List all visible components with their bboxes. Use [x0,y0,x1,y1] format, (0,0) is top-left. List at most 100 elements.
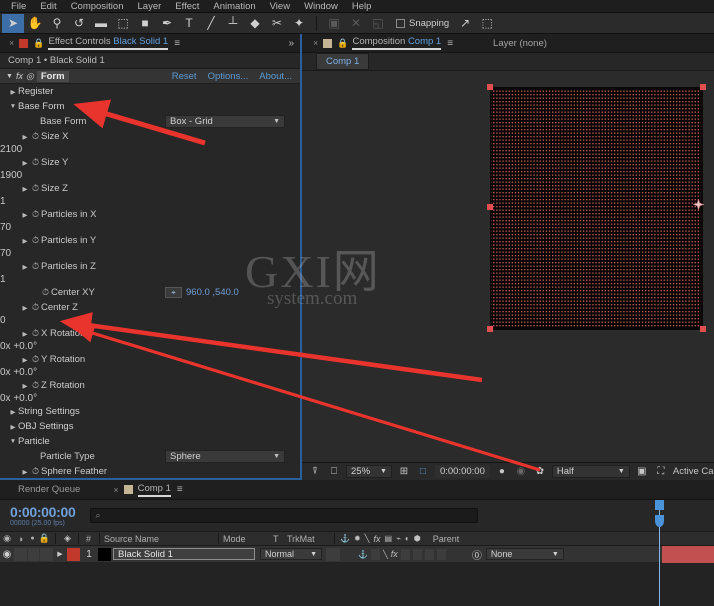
row-switch-1[interactable] [371,549,380,560]
show-snapshot-icon[interactable]: ◉ [514,465,528,478]
pen-tool[interactable]: ✒ [156,14,178,33]
render-queue-tab[interactable]: Render Queue [18,484,80,495]
param-row-obj-settings[interactable]: ▶OBJ Settings [0,419,300,434]
column-trkmat[interactable]: TrkMat [287,534,329,544]
video-toggle-icon[interactable]: ◉ [0,533,14,544]
composition-viewer[interactable] [302,71,714,462]
region-of-interest-icon[interactable]: ⊞ [397,465,411,478]
take-snapshot-icon[interactable]: ● [495,465,509,478]
param-dropdown[interactable]: Box - Grid▼ [165,115,285,128]
solo-toggle-icon[interactable]: ● [27,535,38,542]
row-layer-switches[interactable]: ⚓╲fx [358,549,446,560]
motion-blur-icon[interactable]: ⌁ [396,534,401,543]
stopwatch-icon[interactable]: ⏱ [30,209,41,220]
effects-icon[interactable]: fx [374,534,381,544]
param-value[interactable]: 0x +0.0° [0,367,37,378]
stopwatch-icon[interactable]: ⏱ [30,354,41,365]
menu-item-layer[interactable]: Layer [131,1,169,12]
row-switch-7[interactable] [437,549,446,560]
3d-layer-icon[interactable]: ⬢ [414,534,421,543]
brush-tool[interactable]: ╱ [200,14,222,33]
chevron-right-icon[interactable]: ▶ [20,304,30,312]
row-lock-toggle[interactable] [40,548,53,561]
chevron-right-icon[interactable]: ▶ [20,263,30,271]
chevron-right-icon[interactable]: ▶ [20,133,30,141]
row-video-toggle[interactable]: ◉ [0,549,14,560]
param-row-x-rotation[interactable]: ▶⏱X Rotation [0,326,300,341]
search-input[interactable]: ⌕ [90,508,478,523]
eraser-tool[interactable]: ◆ [244,14,266,33]
effect-controls-tab[interactable]: Effect Controls Black Solid 1 [48,36,168,50]
chevron-right-icon[interactable]: ▶ [20,237,30,245]
panel-menu-icon[interactable]: ≡ [174,38,180,49]
close-icon[interactable]: × [308,38,323,48]
rotation-tool[interactable]: ↺ [68,14,90,33]
param-row-particle-group[interactable]: ▼Particle [0,434,300,449]
menu-item-effect[interactable]: Effect [168,1,206,12]
playhead-knob-mid[interactable] [655,515,664,527]
playhead-knob-top[interactable] [655,500,664,510]
stopwatch-icon[interactable]: ⏱ [40,287,51,298]
grid-overlay-icon[interactable]: ⬚ [476,14,498,33]
menu-item-animation[interactable]: Animation [206,1,262,12]
mask-feather-tool[interactable]: ▣ [323,14,345,33]
handle-bottom-left[interactable] [487,326,493,332]
param-value[interactable]: 1900 [0,170,22,181]
shape-tool[interactable]: ■ [134,14,156,33]
stopwatch-icon[interactable]: ⏱ [30,235,41,246]
chevron-right-icon[interactable]: ▶ [20,356,30,364]
overflow-icon[interactable]: » [288,38,294,49]
chevron-right-icon[interactable]: ▶ [20,468,30,476]
comp-breadcrumb-chip[interactable]: Comp 1 [316,53,369,70]
param-row-particles-in-z[interactable]: ▶⏱Particles in Z [0,259,300,274]
chevron-down-icon[interactable]: ▼ [8,103,18,110]
timeline-comp-tab[interactable]: Comp 1 [138,483,171,497]
comp-current-time[interactable]: 0:00:00:00 [435,465,490,478]
param-row-center-z[interactable]: ▶⏱Center Z [0,300,300,315]
param-value[interactable]: 70 [0,248,11,259]
puppet-overlap-tool[interactable]: ✕ [345,14,367,33]
param-value[interactable]: 1 [0,274,6,285]
timeline-track-area[interactable] [659,0,714,606]
chevron-right-icon[interactable]: ▶ [8,408,18,416]
stopwatch-icon[interactable]: ⏱ [30,328,41,339]
param-value[interactable]: 0 [0,315,6,326]
clone-stamp-tool[interactable]: ┴ [222,14,244,33]
row-parent-select[interactable]: None ▼ [486,548,564,560]
composition-tab[interactable]: Composition Comp 1 [352,36,441,50]
column-parent[interactable]: Parent [433,534,460,544]
stopwatch-icon[interactable]: ⏱ [30,466,41,477]
param-dropdown[interactable]: Sphere▼ [165,450,285,463]
stopwatch-icon[interactable]: ⏱ [30,380,41,391]
chevron-right-icon[interactable]: ▶ [20,330,30,338]
panel-menu-icon[interactable]: ≡ [447,38,453,49]
param-value[interactable]: 0x +0.0° [0,341,37,352]
row-trkmat-cell[interactable] [326,548,340,561]
param-row-register[interactable]: ▶Register [0,84,300,99]
chevron-right-icon[interactable]: ▶ [20,211,30,219]
row-switch-4[interactable] [401,549,410,560]
row-switch-2[interactable]: ╲ [383,550,388,559]
resolution-select[interactable]: Half ▼ [552,465,630,478]
stopwatch-icon[interactable]: ⏱ [30,261,41,272]
row-label-color[interactable] [67,548,80,561]
param-value[interactable]: 1 [0,196,6,207]
param-row-z-rotation[interactable]: ▶⏱Z Rotation [0,378,300,393]
parent-pick-whip-icon[interactable]: ⓪ [472,547,482,562]
label-color-icon[interactable]: ◈ [60,533,75,544]
menu-item-composition[interactable]: Composition [64,1,131,12]
menu-item-edit[interactable]: Edit [33,1,63,12]
adjustment-layer-icon[interactable]: ◐ [405,534,410,543]
row-audio-toggle[interactable] [14,548,27,561]
text-tool[interactable]: T [178,14,200,33]
menu-item-window[interactable]: Window [297,1,345,12]
transparency-grid-icon[interactable]: ▣ [635,465,649,478]
row-switch-6[interactable] [425,549,434,560]
row-switch-0[interactable]: ⚓ [358,550,368,559]
chevron-down-icon[interactable]: ▼ [6,73,13,80]
row-mode-select[interactable]: Normal ▼ [260,548,322,560]
zoom-level-select[interactable]: 25% ▼ [346,465,392,478]
effect-link-about[interactable]: About... [259,71,292,82]
collapse-transformations-icon[interactable]: ✹ [354,534,361,543]
param-row-particles-in-x[interactable]: ▶⏱Particles in X [0,207,300,222]
